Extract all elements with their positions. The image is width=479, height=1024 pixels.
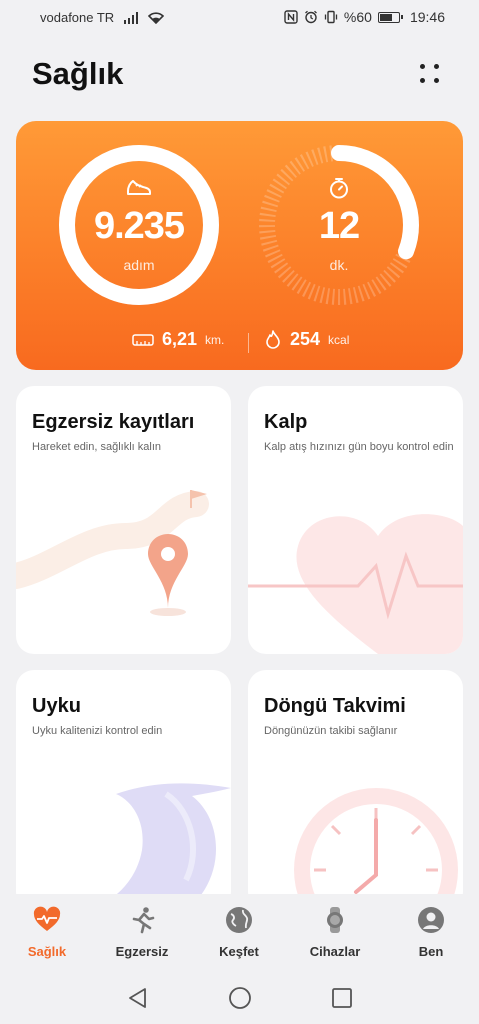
distance-stat: 6,21 km. [132, 329, 224, 350]
dot-icon [434, 64, 439, 69]
steps-unit: adım [123, 257, 155, 273]
card-title: Uyku [32, 695, 81, 717]
system-navigation-bar [0, 972, 479, 1024]
tab-egzersiz[interactable]: Egzersiz [97, 906, 187, 959]
activity-summary-card[interactable]: 9.235 adım 12 dk. 6,21 km. 254 kcal [16, 121, 463, 370]
watch-icon [327, 907, 343, 933]
tab-cihazlar[interactable]: Cihazlar [290, 906, 380, 959]
globe-icon [226, 907, 252, 933]
stopwatch-icon [330, 178, 348, 199]
signal-icon [124, 11, 139, 24]
back-icon[interactable] [126, 986, 150, 1010]
more-options-button[interactable] [414, 58, 448, 92]
tab-label: Keşfet [219, 944, 259, 959]
dot-icon [420, 64, 425, 69]
exercise-records-card[interactable]: Egzersiz kayıtları Hareket edin, sağlıkl… [16, 386, 231, 654]
active-time-ring: 12 dk. [257, 143, 421, 307]
hero-stats-row: 6,21 km. 254 kcal [16, 329, 463, 357]
home-icon[interactable] [228, 986, 252, 1010]
vibrate-icon [324, 10, 338, 24]
calories-unit: kcal [328, 332, 350, 347]
recents-icon[interactable] [330, 986, 354, 1010]
flame-icon [266, 329, 280, 349]
profile-icon [418, 907, 444, 933]
alarm-icon [304, 10, 317, 24]
tab-label: Ben [418, 944, 444, 959]
ruler-icon [132, 333, 154, 346]
tab-kesfet[interactable]: Keşfet [194, 906, 284, 959]
dot-icon [434, 78, 439, 83]
stats-divider [248, 333, 249, 353]
calories-value: 254 [290, 329, 321, 349]
distance-value: 6,21 [162, 329, 198, 349]
steps-ring: 9.235 adım [57, 143, 221, 307]
active-time-unit: dk. [329, 257, 349, 273]
carrier-label: vodafone TR [40, 10, 115, 25]
tab-ben[interactable]: Ben [386, 906, 476, 959]
heart-card[interactable]: Kalp Kalp atış hızınızı gün boyu kontrol… [248, 386, 463, 654]
tab-saglik[interactable]: Sağlık [2, 906, 92, 959]
nfc-icon [284, 10, 298, 24]
calories-stat: 254 kcal [264, 329, 349, 350]
active-time-value: 12 [318, 205, 360, 247]
sleep-card[interactable]: Uyku Uyku kalitenizi kontrol edin [16, 670, 231, 910]
cycle-calendar-card[interactable]: Döngü Takvimi Döngünüzün takibi sağlanır [248, 670, 463, 910]
steps-value: 9.235 [93, 205, 185, 247]
card-subtitle: Uyku kalitenizi kontrol edin [32, 725, 163, 737]
dot-icon [420, 78, 425, 83]
card-title: Egzersiz kayıtları [32, 411, 195, 433]
page-title: Sağlık [32, 56, 124, 91]
wifi-icon [148, 11, 165, 24]
bottom-tab-bar: Sağlık Egzersiz Keşfet Cihazlar Ben [0, 894, 479, 972]
card-subtitle: Hareket edin, sağlıklı kalın [32, 441, 162, 453]
tab-label: Cihazlar [309, 944, 361, 959]
card-title: Döngü Takvimi [264, 695, 406, 717]
tab-label: Sağlık [27, 944, 67, 959]
status-bar: vodafone TR %60 19:46 [0, 0, 479, 36]
battery-percent: %60 [343, 9, 372, 25]
heart-icon [33, 906, 61, 931]
runner-icon [132, 907, 155, 934]
distance-unit: km. [205, 332, 225, 347]
clock-time: 19:46 [409, 9, 445, 25]
battery-icon [377, 11, 403, 23]
tab-label: Egzersiz [115, 944, 169, 959]
shoe-icon [127, 180, 151, 195]
card-subtitle: Döngünüzün takibi sağlanır [264, 725, 398, 737]
card-title: Kalp [264, 411, 308, 433]
card-subtitle: Kalp atış hızınızı gün boyu kontrol edin [264, 441, 454, 453]
